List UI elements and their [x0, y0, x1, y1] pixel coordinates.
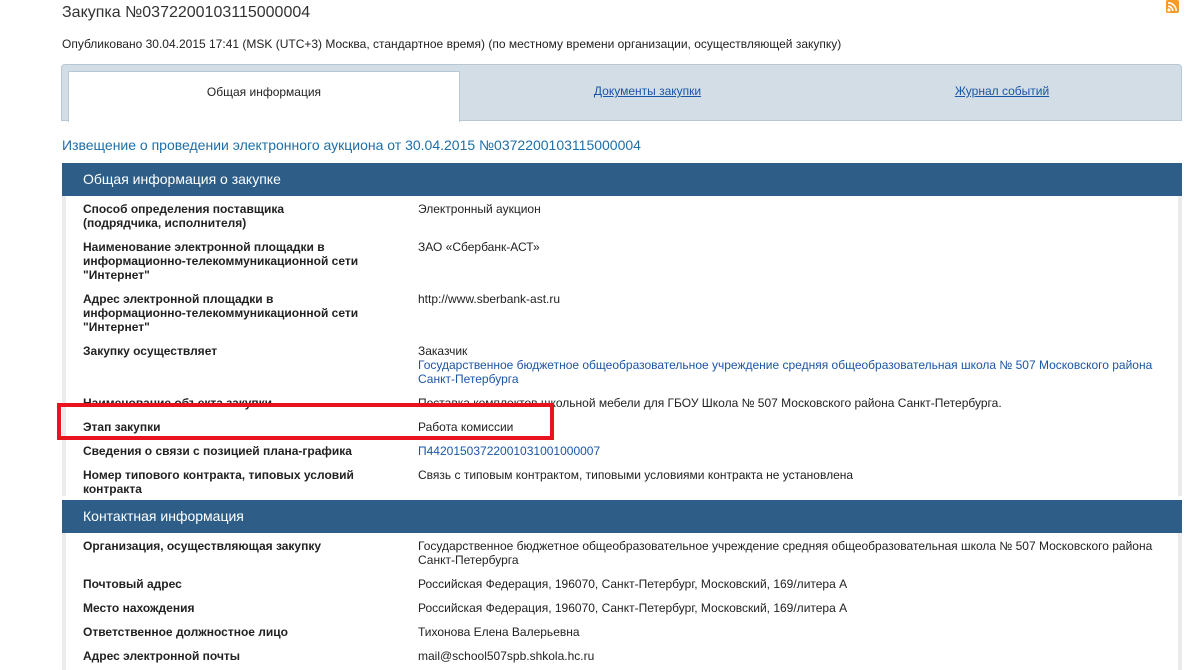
tabs-bar: Общая информация Документы закупки Журна…	[61, 64, 1182, 122]
published-info: Опубликовано 30.04.2015 17:41 (MSK (UTC+…	[62, 37, 842, 51]
label-email: Адрес электронной почты	[83, 649, 241, 663]
value-postal-address: Российская Федерация, 196070, Санкт-Пете…	[418, 577, 848, 591]
purchaser-role: Заказчик	[418, 344, 468, 358]
value-location: Российская Федерация, 196070, Санкт-Пете…	[418, 601, 848, 615]
tab-documents[interactable]: Документы закупки	[460, 71, 835, 116]
label-responsible-person: Ответственное должностное лицо	[83, 625, 288, 639]
label-location: Место нахождения	[83, 601, 195, 615]
tab-general-info[interactable]: Общая информация	[68, 71, 460, 122]
notice-title: Извещение о проведении электронного аукц…	[62, 137, 641, 153]
label-supplier-method: Способ определения поставщика (подрядчик…	[83, 202, 285, 230]
value-platform-name: ЗАО «Сбербанк-АСТ»	[418, 240, 540, 254]
label-purchaser: Закупку осуществляет	[83, 344, 218, 358]
value-contract-template: Связь с типовым контрактом, типовыми усл…	[418, 468, 854, 482]
value-supplier-method: Электронный аукцион	[418, 202, 541, 216]
value-email: mail@school507spb.shkola.hc.ru	[418, 649, 595, 663]
value-object-name: Поставка комплектов школьной мебели для …	[418, 396, 1002, 410]
label-organization: Организация, осуществляющая закупку	[83, 539, 322, 553]
tab-event-journal[interactable]: Журнал событий	[822, 71, 1182, 116]
value-purchase-stage: Работа комиссии	[418, 420, 514, 434]
purchaser-link[interactable]: Государственное бюджетное общеобразовате…	[418, 358, 1152, 386]
label-contract-template: Номер типового контракта, типовых услови…	[83, 468, 354, 496]
value-purchaser: Заказчик Государственное бюджетное общео…	[418, 344, 1158, 386]
label-object-name: Наименование объекта закупки	[83, 396, 273, 410]
value-plan-link: П44201503722001031001000007	[418, 444, 1158, 458]
label-postal-address: Почтовый адрес	[83, 577, 182, 591]
label-platform-address: Адрес электронной площадки в информацион…	[83, 292, 359, 334]
page-title: Закупка №0372200103115000004	[62, 4, 311, 21]
plan-position-link[interactable]: П44201503722001031001000007	[418, 444, 600, 458]
panel-header-contact: Контактная информация	[62, 500, 1182, 533]
value-platform-address: http://www.sberbank-ast.ru	[418, 292, 561, 306]
value-responsible-person: Тихонова Елена Валерьевна	[418, 625, 580, 639]
value-organization: Государственное бюджетное общеобразовате…	[418, 539, 1153, 567]
panel-header-general: Общая информация о закупке	[62, 163, 1182, 196]
label-purchase-stage: Этап закупки	[83, 420, 161, 434]
label-platform-name: Наименование электронной площадки в инфо…	[83, 240, 359, 282]
label-plan-link: Сведения о связи с позицией плана-график…	[83, 444, 352, 458]
rss-icon[interactable]	[1166, 0, 1179, 13]
